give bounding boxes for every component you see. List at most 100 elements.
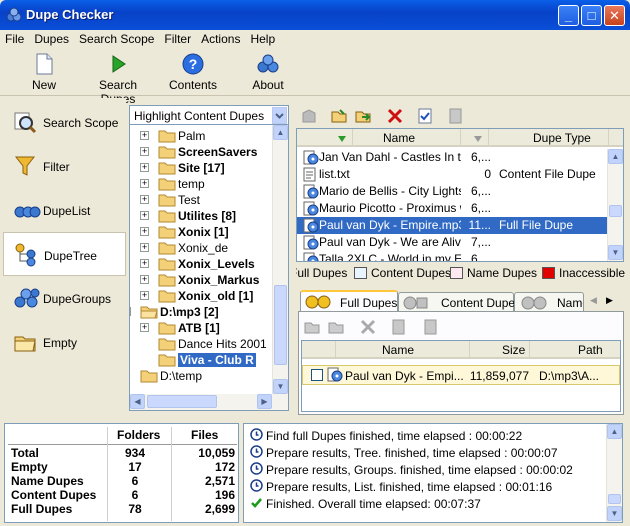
tab-content-dupes[interactable]: Content Dupes: [398, 292, 521, 312]
full-dupes-icon: [305, 295, 331, 309]
tab-scroll-right-icon[interactable]: ▶: [606, 295, 613, 306]
expand-icon[interactable]: +: [140, 147, 149, 156]
dupe-list-bottom[interactable]: Name Size Path Paul van Dyk - Empi... 11,…: [301, 340, 621, 412]
row-checkbox[interactable]: [311, 369, 323, 381]
stats-row-folders: 6: [131, 474, 139, 488]
tree-node-label: Palm: [178, 129, 206, 143]
highlight-select[interactable]: Highlight Content Dupes: [129, 105, 289, 125]
tree-node-label: Test: [178, 193, 201, 207]
expand-icon[interactable]: +: [140, 323, 149, 332]
folder-tree[interactable]: + Palm + ScreenSavers + Site [17] + temp + Test + U…: [129, 124, 289, 411]
menu-file[interactable]: File: [0, 30, 29, 46]
tab-scroll-left-icon[interactable]: ◀: [590, 295, 597, 306]
check-icon: [251, 498, 262, 508]
blank-document-icon[interactable]: [421, 318, 439, 336]
table-row[interactable]: Maurio Picotto - Proximus w... 6,...: [297, 200, 607, 217]
folder-icon: [140, 369, 158, 386]
header-name[interactable]: Name: [353, 129, 461, 147]
close-button[interactable]: ✕: [604, 5, 625, 26]
header-path[interactable]: Path: [530, 341, 620, 359]
header-dupe-type[interactable]: Dupe Type: [489, 129, 609, 147]
expand-icon[interactable]: +: [140, 291, 149, 300]
row-size: 0: [484, 167, 491, 181]
window-title: Dupe Checker: [26, 7, 114, 22]
log-text: Prepare results, List. finished, time el…: [266, 480, 553, 494]
nav-dupegroups[interactable]: DupeGroups: [3, 276, 126, 320]
delete-icon[interactable]: [359, 318, 377, 336]
info-icon: [250, 445, 263, 458]
open-folder-icon[interactable]: [330, 107, 348, 125]
chevron-down-icon[interactable]: [272, 107, 287, 124]
blank-document-icon[interactable]: [446, 107, 464, 125]
info-icon: [250, 479, 263, 492]
log-scrollbar[interactable]: ▲ ▼: [606, 424, 622, 522]
header-check-col[interactable]: [302, 341, 336, 359]
menu-bar: File Dupes Search Scope Filter Actions Help: [0, 30, 630, 49]
minimize-button[interactable]: _: [558, 5, 579, 26]
about-button[interactable]: About: [248, 53, 288, 92]
expand-icon[interactable]: −: [130, 307, 131, 316]
new-button[interactable]: New: [28, 53, 60, 92]
header-name[interactable]: Name: [336, 341, 470, 359]
nav-search-scope[interactable]: Search Scope: [3, 100, 126, 144]
top-list-scrollbar[interactable]: ▲ ▼: [607, 149, 623, 261]
table-row[interactable]: Jan Van Dahl - Castles In t... 6,...: [297, 149, 607, 166]
nav-empty[interactable]: Empty: [3, 320, 126, 364]
menu-search-scope[interactable]: Search Scope: [74, 30, 159, 46]
legend-label: Inaccessible: [559, 266, 626, 280]
expand-icon[interactable]: +: [140, 211, 149, 220]
legend-label: Name Dupes: [467, 266, 538, 280]
move-folder-icon[interactable]: [354, 107, 372, 125]
stack-icon[interactable]: [300, 107, 318, 125]
expand-icon[interactable]: +: [140, 243, 149, 252]
contents-button[interactable]: ? Contents: [168, 53, 218, 92]
dupe-list-top[interactable]: Name Dupe Type Jan Van Dahl - Castles In…: [296, 128, 624, 262]
log-panel: Find full Dupes finished, time elapsed :…: [243, 423, 623, 523]
legend-swatch: [542, 267, 555, 279]
menu-dupes[interactable]: Dupes: [29, 30, 74, 46]
menu-help[interactable]: Help: [245, 30, 280, 46]
tab-name-dupes[interactable]: Name: [514, 292, 584, 312]
nav-dupelist[interactable]: DupeList: [3, 188, 126, 232]
check-document-icon[interactable]: [416, 107, 434, 125]
tab-full-dupes[interactable]: Full Dupes: [300, 290, 398, 312]
statistics-table: Folders Files Total 934 10,059 Empty 17 172 Na…: [4, 423, 239, 523]
tree-horizontal-scrollbar[interactable]: ◀ ▶: [130, 394, 288, 410]
stats-row-label: Name Dupes: [11, 474, 84, 488]
folder-icon: [158, 193, 176, 210]
menu-actions[interactable]: Actions: [196, 30, 245, 46]
about-icon: [257, 54, 279, 73]
legend-label: Full Dupes: [296, 266, 348, 280]
header-size[interactable]: [461, 129, 489, 147]
table-row[interactable]: Mario de Bellis - City Lights.... 6,...: [297, 183, 607, 200]
table-row[interactable]: Talla 2XLC - World in my E... 6,...: [297, 251, 607, 261]
delete-icon[interactable]: [386, 107, 404, 125]
legend-item: Content Dupes: [354, 266, 451, 280]
tree-node-label: Viva - Club R: [178, 353, 256, 367]
maximize-button[interactable]: □: [581, 5, 602, 26]
stats-row-files: 10,059: [198, 446, 235, 460]
nav-filter[interactable]: Filter: [3, 144, 126, 188]
filter-icon: [14, 156, 36, 176]
header-icon-col[interactable]: [297, 129, 353, 147]
document-icon[interactable]: [389, 318, 407, 336]
table-row[interactable]: Paul van Dyk - We are Aliv... 7,...: [297, 234, 607, 251]
expand-icon[interactable]: +: [140, 227, 149, 236]
open-folder-icon[interactable]: [303, 318, 321, 336]
move-folder-icon[interactable]: [327, 318, 345, 336]
menu-filter[interactable]: Filter: [159, 30, 196, 46]
table-row[interactable]: Paul van Dyk - Empire.mp3 11... Full File …: [297, 217, 607, 234]
table-row[interactable]: Paul van Dyk - Empi... 11,859,077 D:\mp3\A…: [302, 365, 620, 385]
expand-icon[interactable]: +: [140, 275, 149, 284]
nav-dupetree[interactable]: DupeTree: [3, 232, 126, 276]
expand-icon[interactable]: +: [140, 163, 149, 172]
expand-icon[interactable]: +: [140, 195, 149, 204]
tree-vertical-scrollbar[interactable]: ▲ ▼: [272, 125, 288, 395]
expand-icon[interactable]: +: [140, 179, 149, 188]
expand-icon[interactable]: +: [140, 259, 149, 268]
folder-icon: [158, 273, 176, 290]
header-size[interactable]: Size: [470, 341, 530, 359]
table-row[interactable]: list.txt 0 Content File Dupe: [297, 166, 607, 183]
expand-icon[interactable]: +: [140, 131, 149, 140]
search-scope-icon: [14, 112, 37, 134]
